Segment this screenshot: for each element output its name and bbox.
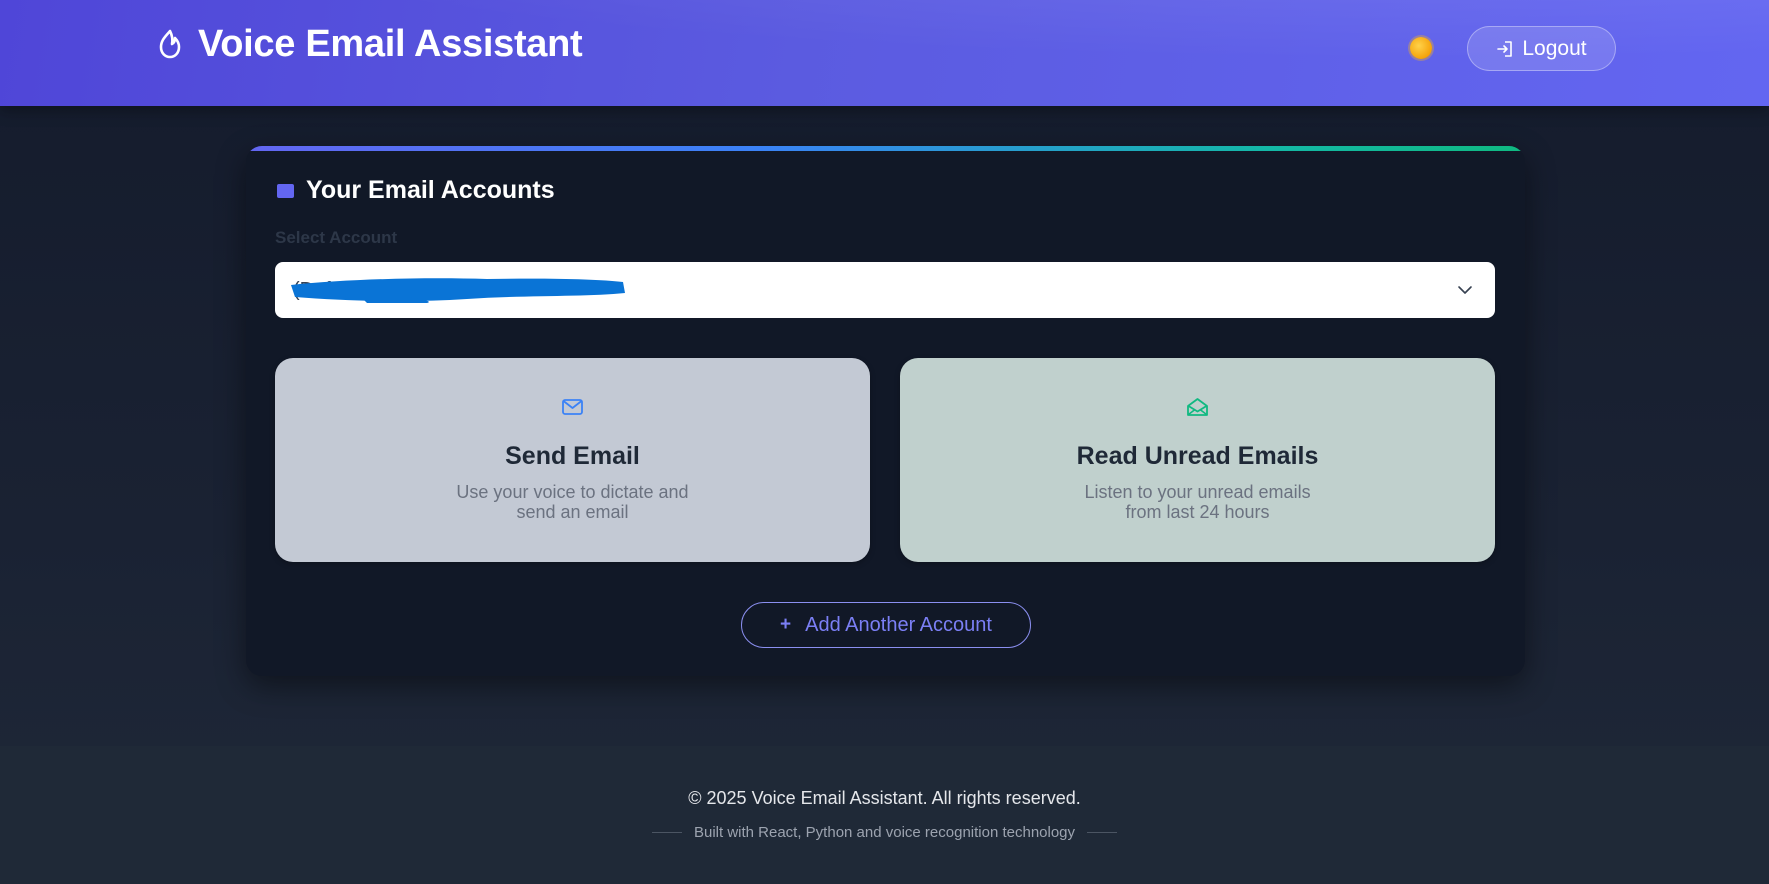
app-footer: © 2025 Voice Email Assistant. All rights… — [0, 746, 1769, 884]
redaction-mark — [291, 278, 625, 303]
send-email-description: Use your voice to dictate and send an em… — [456, 482, 689, 522]
card-header: Your Email Accounts — [277, 176, 555, 205]
accounts-icon — [277, 183, 294, 198]
brand: Voice Email Assistant — [156, 20, 583, 68]
tagline-row: Built with React, Python and voice recog… — [0, 824, 1769, 841]
send-email-title: Send Email — [505, 442, 640, 470]
mail-open-icon — [1187, 398, 1208, 416]
send-email-card[interactable]: Send Email Use your voice to dictate and… — [275, 358, 870, 562]
read-unread-description: Listen to your unread emails from last 2… — [1084, 482, 1311, 522]
add-account-label: Add Another Account — [805, 613, 992, 636]
chevron-down-icon — [1458, 286, 1472, 294]
copyright-text: © 2025 Voice Email Assistant. All rights… — [688, 788, 1081, 808]
sun-icon — [1410, 37, 1432, 59]
theme-toggle-button[interactable] — [1406, 33, 1436, 63]
logout-label: Logout — [1522, 36, 1587, 60]
add-account-button[interactable]: + Add Another Account — [741, 602, 1031, 648]
select-account-label: Select Account — [275, 228, 398, 247]
flame-icon — [159, 29, 181, 59]
app-header: Voice Email Assistant Logout — [0, 0, 1769, 106]
card-accent-bar — [246, 146, 1525, 151]
tagline-divider-right — [1087, 832, 1118, 833]
logout-button[interactable]: Logout — [1467, 26, 1616, 71]
email-accounts-card: Your Email Accounts Select Account (Defa… — [246, 146, 1525, 676]
account-select[interactable]: (Default) — [275, 262, 1495, 318]
plus-icon: + — [780, 614, 792, 635]
read-unread-title: Read Unread Emails — [1076, 442, 1319, 470]
read-unread-card[interactable]: Read Unread Emails Listen to your unread… — [900, 358, 1495, 562]
card-title: Your Email Accounts — [306, 176, 555, 204]
mail-icon — [562, 399, 583, 415]
logout-icon — [1497, 40, 1513, 57]
tagline-text: Built with React, Python and voice recog… — [693, 824, 1076, 841]
tagline-divider-left — [651, 832, 682, 833]
app-title: Voice Email Assistant — [198, 22, 583, 65]
